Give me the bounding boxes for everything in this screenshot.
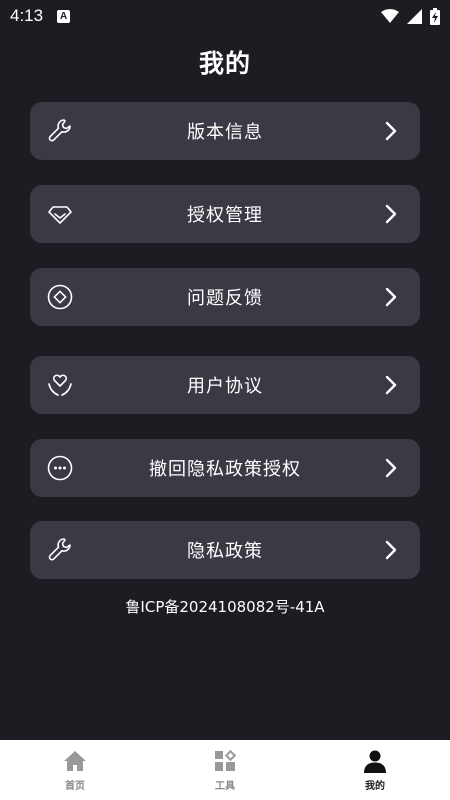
status-time: 4:13 (10, 6, 44, 25)
chevron-right-icon (385, 458, 397, 478)
menu-item-feedback[interactable]: 问题反馈 (30, 268, 420, 326)
menu-item-user-agreement[interactable]: 用户协议 (30, 356, 420, 414)
tools-icon (215, 749, 237, 771)
menu-label: 授权管理 (187, 205, 263, 226)
icp-record-link[interactable]: 鲁ICP备2024108082号-41A (0, 596, 450, 617)
notification-a-icon: A (57, 9, 71, 23)
tab-label: 我的 (365, 780, 385, 792)
menu-label: 撤回隐私政策授权 (149, 459, 301, 480)
heart-hands-icon (48, 374, 72, 396)
status-icons (381, 7, 440, 25)
tab-label: 工具 (215, 780, 235, 792)
menu-item-version-info[interactable]: 版本信息 (30, 102, 420, 160)
page-title: 我的 (198, 49, 251, 78)
diamond-icon (48, 206, 72, 224)
wrench-icon (48, 538, 71, 561)
bottom-tab-bar: 首页 工具 我的 (0, 740, 450, 800)
signal-icon (407, 8, 422, 24)
menu-item-auth-management[interactable]: 授权管理 (30, 185, 420, 243)
chevron-right-icon (385, 121, 397, 141)
chevron-right-icon (385, 375, 397, 395)
menu-label: 隐私政策 (187, 541, 263, 562)
chevron-right-icon (385, 204, 397, 224)
dots-icon (47, 455, 73, 481)
tab-tools[interactable]: 工具 (150, 740, 300, 800)
menu-label: 问题反馈 (187, 288, 263, 309)
status-bar: 4:13 A (0, 0, 450, 32)
tab-home[interactable]: 首页 (0, 740, 150, 800)
home-icon (64, 750, 86, 771)
menu-label: 版本信息 (187, 122, 263, 143)
wifi-icon (381, 9, 399, 23)
feedback-icon (47, 284, 73, 310)
chevron-right-icon (385, 287, 397, 307)
menu-item-privacy-policy[interactable]: 隐私政策 (30, 521, 420, 579)
menu-item-revoke-privacy-auth[interactable]: 撤回隐私政策授权 (30, 439, 420, 497)
chevron-right-icon (385, 540, 397, 560)
user-icon (364, 750, 386, 773)
battery-icon (430, 7, 440, 25)
menu-label: 用户协议 (187, 376, 263, 397)
tab-label: 首页 (65, 780, 85, 792)
wrench-icon (48, 119, 71, 142)
tab-mine[interactable]: 我的 (300, 740, 450, 800)
